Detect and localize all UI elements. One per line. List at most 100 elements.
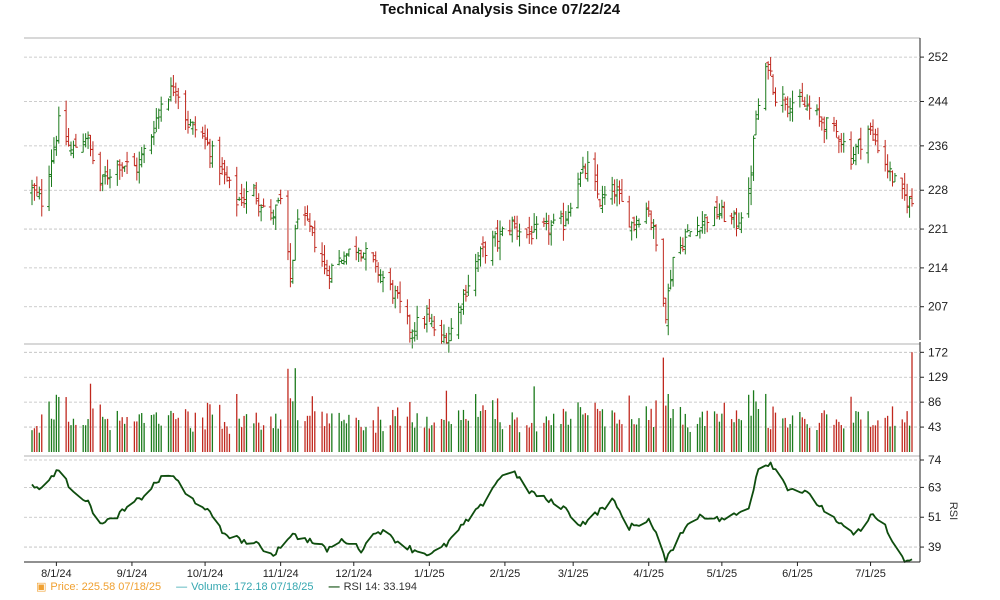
ohlc-bar (905, 183, 910, 214)
ohlc-bar (134, 157, 139, 181)
ohlc-bar (849, 131, 854, 170)
ohlc-bar (780, 86, 785, 113)
ohlc-bar (422, 315, 427, 329)
ohlc-bar (749, 165, 754, 206)
ohlc-bar (524, 228, 529, 239)
ohlc-bar (800, 82, 805, 102)
ohlc-bar (654, 224, 659, 252)
ohlc-bar (56, 106, 61, 144)
ohlc-bar (717, 203, 722, 220)
ohlc-bar (902, 172, 907, 201)
ohlc-bar (359, 249, 364, 262)
ohlc-bar (259, 204, 264, 222)
ohlc-bar (222, 159, 227, 185)
ohlc-bar (851, 146, 856, 164)
ohlc-bar (276, 197, 281, 204)
ohlc-bar (831, 116, 836, 132)
ohlc-bar (671, 256, 676, 287)
ohlc-bar (64, 100, 69, 146)
ohlc-bar (839, 133, 844, 153)
ohlc-bar (125, 151, 130, 174)
ohlc-bar (585, 151, 590, 182)
ohlc-bar (617, 180, 622, 205)
ohlc-bar (432, 315, 437, 337)
rsi-legend-icon: — (328, 581, 340, 593)
ohlc-bar (83, 133, 88, 148)
ohlc-bar (685, 224, 690, 233)
ohlc-bar (120, 162, 125, 177)
ohlc-bar (495, 219, 500, 252)
ohlc-bar (695, 216, 700, 237)
ohlc-bar (544, 212, 549, 231)
technical-analysis-chart: 252 244 236 228 221 214 207 172 129 86 43 74 63 51 3… (24, 37, 959, 580)
ohlc-bar (797, 89, 802, 108)
ohlc-bar (39, 179, 44, 217)
ohlc-bar (680, 237, 685, 252)
ohlc-bar (551, 213, 556, 225)
ohlc-bar (361, 252, 366, 259)
ohlc-bar (288, 243, 293, 288)
ohlc-bar (393, 285, 398, 309)
ohlc-bar (183, 90, 188, 130)
ohlc-bar (412, 322, 417, 342)
ohlc-bar (278, 189, 283, 205)
ohlc-bar (459, 305, 464, 325)
ohlc-bar (105, 159, 110, 185)
ohlc-bar (583, 163, 588, 179)
ohlc-bar (424, 305, 429, 333)
price-tick-label: 228 (928, 183, 948, 197)
ohlc-bar (510, 216, 515, 243)
ohlc-bar (661, 238, 666, 307)
ohlc-bar (139, 146, 144, 168)
ohlc-bar (239, 183, 244, 207)
price-tick-label: 214 (928, 261, 948, 275)
ohlc-bar (415, 305, 420, 340)
ohlc-bar (619, 178, 624, 202)
ohlc-bar (166, 98, 171, 111)
legend-volume-label: Volume: 172.18 07/18/25 (191, 581, 314, 593)
ohlc-bar (439, 319, 444, 345)
ohlc-bar (159, 96, 164, 122)
ohlc-bar (322, 245, 327, 275)
date-tick-label: 1/1/25 (414, 568, 445, 580)
ohlc-bar (734, 208, 739, 237)
ohlc-bar (227, 176, 232, 189)
ohlc-bar (517, 223, 522, 247)
ohlc-bar (900, 177, 905, 199)
ohlc-bar (200, 126, 205, 139)
ohlc-bar (100, 174, 105, 192)
ohlc-bar (580, 156, 585, 174)
legend-rsi-label: RSI 14: 33.194 (343, 581, 417, 593)
ohlc-bar (824, 117, 829, 140)
price-tick-label: 236 (928, 139, 948, 153)
ohlc-bar (371, 252, 376, 263)
rsi-panel: 74 63 51 39 RSI (24, 452, 959, 563)
ohlc-bar (37, 186, 42, 200)
ohlc-bar (217, 136, 222, 186)
date-tick-label: 6/1/25 (782, 568, 813, 580)
volume-tick-label: 172 (928, 345, 948, 359)
rsi-tick-label: 63 (928, 480, 942, 494)
ohlc-bar (66, 128, 71, 147)
ohlc-bar (381, 270, 386, 293)
price-tick-label: 244 (928, 94, 948, 108)
price-tick-label: 207 (928, 300, 948, 314)
ohlc-bar (834, 119, 839, 138)
ohlc-bar (907, 196, 912, 218)
ohlc-bar (597, 198, 602, 208)
ohlc-bar (339, 259, 344, 264)
ohlc-bar (98, 151, 103, 192)
ohlc-bar (456, 302, 461, 340)
ohlc-bar (81, 133, 86, 153)
ohlc-bar (463, 284, 468, 302)
rsi-tick-label: 74 (928, 453, 942, 467)
ohlc-bar (678, 236, 683, 255)
price-panel: 252 244 236 228 221 214 207 (24, 37, 948, 353)
ohlc-bar (193, 116, 198, 138)
ohlc-bar (636, 218, 641, 228)
ohlc-bar (220, 157, 225, 175)
date-tick-label: 2/1/25 (490, 568, 521, 580)
rsi-axis-label: RSI (947, 502, 959, 520)
legend: ▣ Price: 225.58 07/18/25 — Volume: 172.18 … (36, 580, 429, 593)
ohlc-bar (868, 122, 873, 136)
